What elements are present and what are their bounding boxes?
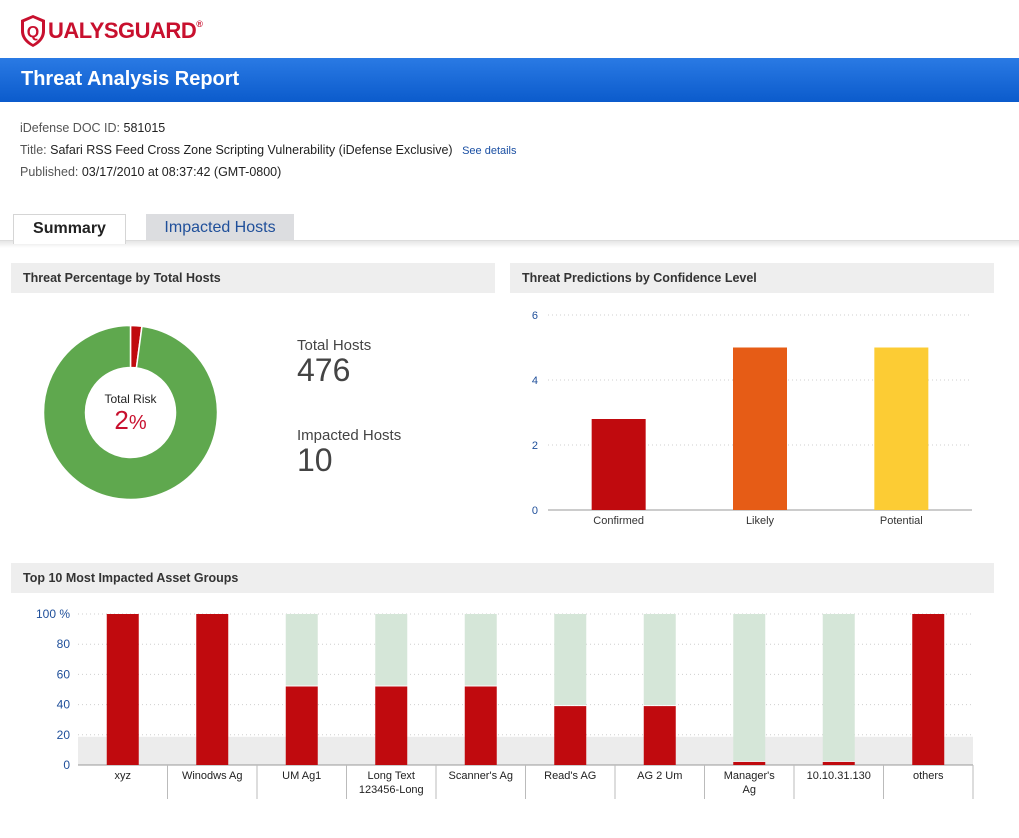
x-tick-label: Likely (746, 515, 775, 527)
bar-not-impacted (822, 614, 855, 761)
published-label: Published: (20, 165, 79, 179)
y-tick-label: 4 (532, 375, 538, 387)
x-tick-label: Scanner's Ag (449, 770, 513, 782)
bar-not-impacted (554, 614, 587, 706)
y-tick-label: 2 (532, 440, 538, 452)
tab-summary[interactable]: Summary (13, 214, 126, 244)
y-tick-label: 0 (63, 758, 70, 772)
doc-id-label: iDefense DOC ID: (20, 121, 121, 135)
logo-wordmark: UALYSGUARD® (48, 18, 203, 43)
x-tick-label: xyz (115, 770, 132, 782)
bar-impacted (106, 614, 139, 765)
x-tick-label: Manager's (724, 770, 776, 782)
x-tick-label: Winodws Ag (182, 770, 243, 782)
asset-groups-heading: Top 10 Most Impacted Asset Groups (11, 563, 994, 593)
published-line: Published: 03/17/2010 at 08:37:42 (GMT-0… (20, 165, 281, 179)
impacted-hosts-value: 10 (297, 442, 333, 478)
x-tick-label: 123456-Long (359, 784, 424, 796)
x-tick-label: Ag (743, 784, 756, 796)
shield-logo-icon: Q (21, 15, 45, 47)
y-tick-label: 0 (532, 505, 538, 517)
x-tick-label: Read's AG (544, 770, 596, 782)
y-tick-label: 80 (57, 637, 71, 651)
bar-not-impacted (464, 614, 497, 686)
svg-text:Q: Q (27, 24, 39, 41)
x-tick-label: Long Text (367, 770, 415, 782)
y-tick-label: 20 (57, 728, 71, 742)
x-tick-label: Potential (880, 515, 923, 527)
asset-groups-chart: 0 20 40 60 80 100 % xyz Winodws Ag UM Ag1 Long Te… (36, 607, 974, 799)
title-label: Title: (20, 143, 47, 157)
x-tick-label: others (913, 770, 944, 782)
doc-id-line: iDefense DOC ID: 581015 (20, 121, 165, 135)
title-value: Safari RSS Feed Cross Zone Scripting Vul… (50, 143, 453, 157)
bar-likely (733, 347, 787, 510)
y-tick-label: 6 (532, 310, 538, 322)
bar-not-impacted (643, 614, 676, 706)
bar-impacted (464, 686, 497, 765)
x-tick-label: Confirmed (593, 515, 644, 527)
x-tick-label: AG 2 Um (637, 770, 682, 782)
bar-not-impacted (285, 614, 318, 686)
bar-not-impacted (733, 614, 766, 761)
x-tick-label: UM Ag1 (282, 770, 321, 782)
total-risk-donut: Total Risk 2% (42, 324, 219, 501)
y-tick-label: 40 (57, 698, 71, 712)
see-details-link[interactable]: See details (462, 145, 516, 157)
bar-potential (874, 347, 929, 510)
threat-predictions-chart: 0 2 4 6 Confirmed Likely Potential (532, 310, 972, 527)
published-value: 03/17/2010 at 08:37:42 (GMT-0800) (81, 165, 282, 179)
bar-impacted (196, 614, 229, 765)
bar-impacted (375, 686, 408, 765)
x-tick-label: 10.10.31.130 (807, 770, 871, 782)
bar-impacted (822, 761, 855, 765)
report-title-bar: Threat Analysis Report (0, 58, 1019, 102)
bar-impacted (285, 686, 318, 765)
threat-percentage-heading: Threat Percentage by Total Hosts (11, 263, 495, 293)
y-tick-label: 60 (57, 667, 71, 681)
total-hosts-value: 476 (297, 352, 351, 388)
bar-impacted (643, 706, 676, 765)
report-title: Threat Analysis Report (21, 68, 240, 90)
qualysguard-logo: Q UALYSGUARD® (20, 12, 203, 50)
threat-predictions-heading: Threat Predictions by Confidence Level (510, 263, 994, 293)
donut-center-label: Total Risk (104, 392, 157, 406)
tab-divider (0, 240, 1019, 248)
y-tick-label: 100 % (36, 607, 70, 621)
tab-impacted-hosts[interactable]: Impacted Hosts (146, 214, 294, 242)
bar-impacted (733, 761, 766, 765)
title-line: Title: Safari RSS Feed Cross Zone Script… (20, 143, 517, 157)
bar-impacted (554, 706, 587, 765)
bar-not-impacted (375, 614, 408, 686)
bar-impacted (912, 614, 945, 765)
bar-confirmed (591, 419, 646, 510)
doc-id-value: 581015 (123, 121, 166, 135)
donut-center-value: 2% (114, 405, 147, 435)
